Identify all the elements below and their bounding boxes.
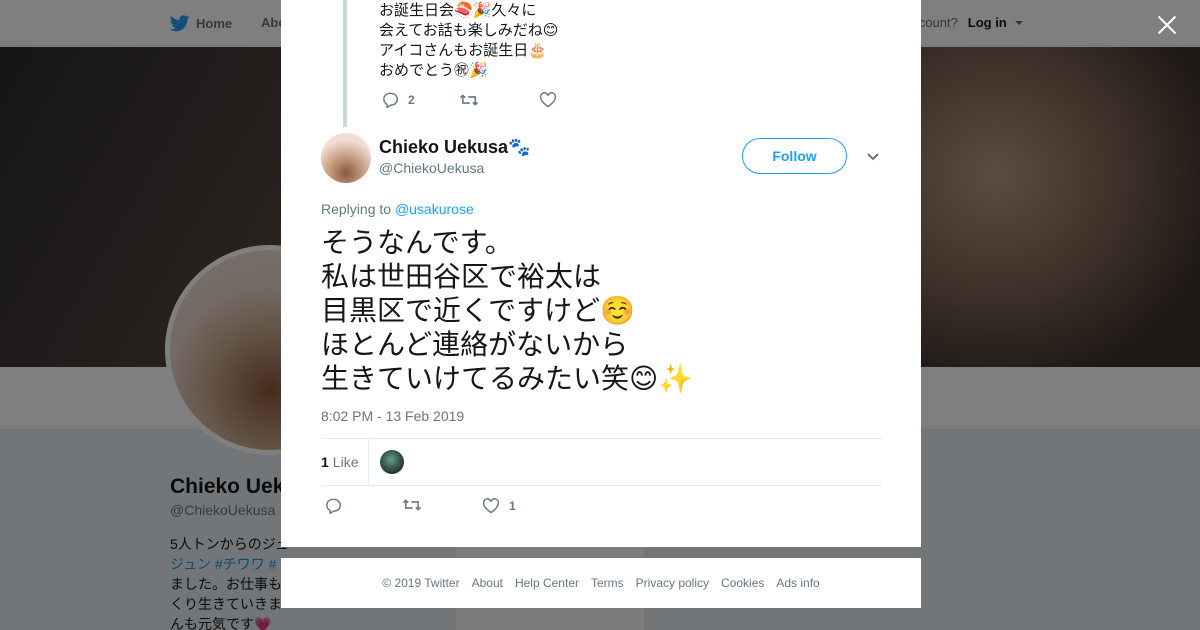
footer-link-help-center[interactable]: Help Center [515, 576, 579, 590]
tweet-modal: お誕生日会🍣🎉久々に 会えてお話も楽しみだね😊 アイコさんもお誕生日🎂 おめでと… [281, 0, 921, 547]
previous-tweet-text: お誕生日会🍣🎉久々に 会えてお話も楽しみだね😊 アイコさんもお誕生日🎂 おめでと… [379, 2, 559, 79]
like-count: 1 [509, 499, 516, 513]
author-avatar[interactable] [321, 133, 371, 183]
reply-button[interactable] [324, 498, 351, 514]
liker-avatar[interactable] [380, 450, 404, 474]
retweet-button[interactable] [402, 498, 431, 512]
retweet-icon [402, 499, 422, 511]
reply-count: 2 [408, 93, 415, 107]
like-button[interactable] [539, 92, 566, 108]
previous-tweet-actions: 2 [381, 92, 566, 108]
reply-icon [383, 92, 398, 108]
modal-footer: © 2019 Twitter About Help Center Terms P… [281, 558, 921, 608]
footer-link-ads-info[interactable]: Ads info [776, 576, 819, 590]
heart-icon [482, 498, 500, 514]
likes-stat-count: 1 [321, 454, 329, 470]
footer-copyright: © 2019 Twitter [382, 576, 460, 590]
author-name[interactable]: Chieko Uekusa🐾 [379, 137, 530, 158]
footer-link-privacy[interactable]: Privacy policy [636, 576, 709, 590]
footer-link-about[interactable]: About [472, 576, 503, 590]
footer-link-cookies[interactable]: Cookies [721, 576, 764, 590]
thread-connector [343, 0, 347, 127]
tweet-text: そうなんです。 私は世田谷区で裕太は 目黒区で近くですけど☺️ ほとんど連絡がな… [321, 227, 694, 394]
heart-icon [539, 92, 557, 108]
follow-button[interactable]: Follow [742, 138, 847, 174]
author-handle[interactable]: @ChiekoUekusa [379, 160, 484, 176]
replying-mention-link[interactable]: @usakurose [395, 201, 474, 217]
replying-prefix: Replying to [321, 201, 395, 217]
tweet-stats: 1 Like [321, 438, 882, 486]
tweet-actions: 1 [324, 498, 624, 518]
stats-divider [368, 439, 369, 485]
like-button[interactable]: 1 [482, 498, 516, 514]
reply-icon [326, 498, 341, 514]
replying-to: Replying to @usakurose [321, 201, 474, 217]
footer-link-terms[interactable]: Terms [591, 576, 624, 590]
likes-stat-label: Like [332, 454, 359, 470]
reply-button[interactable]: 2 [381, 92, 459, 108]
retweet-icon [459, 94, 479, 106]
retweet-button[interactable] [459, 93, 539, 107]
chevron-down-icon[interactable] [866, 150, 880, 164]
close-icon[interactable] [1156, 14, 1178, 36]
likes-stat[interactable]: 1 Like [321, 454, 358, 470]
tweet-timestamp[interactable]: 8:02 PM - 13 Feb 2019 [321, 408, 464, 424]
